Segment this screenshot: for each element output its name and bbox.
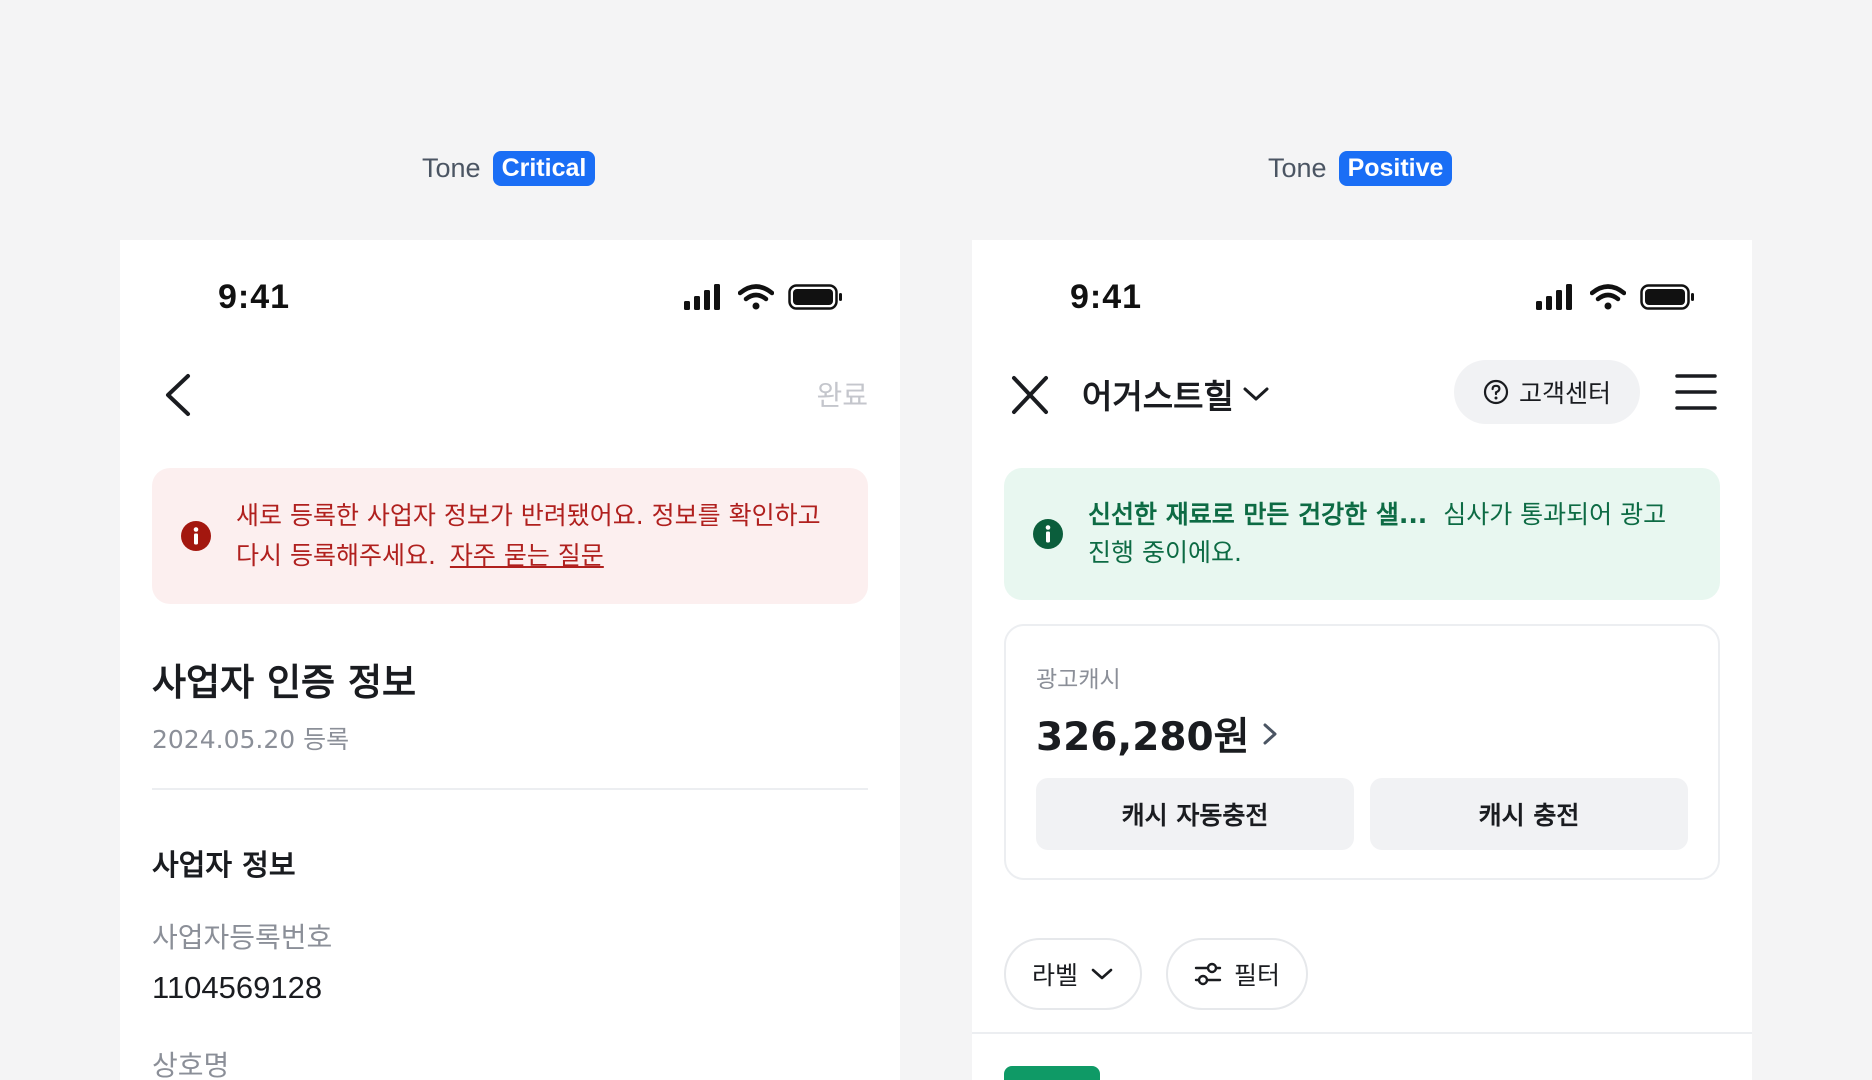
back-button[interactable] bbox=[158, 370, 198, 420]
battery-icon bbox=[1640, 284, 1694, 310]
tone-label-text: Tone bbox=[422, 152, 481, 183]
critical-phone-screen: 9:41 완료 새로 등록한 사업자 정보가 반려됐어요. 정보를 확인하고 다… bbox=[120, 240, 900, 1080]
filter-chip-text: 필터 bbox=[1234, 961, 1281, 990]
ad-cash-label: 광고캐시 bbox=[1036, 667, 1121, 693]
field-value-business-number: 1104569128 bbox=[152, 970, 323, 1005]
positive-phone-screen: 9:41 어거스트힐 고객센터 신선한 재료로 만든 건강한 샐... 심사가 … bbox=[972, 240, 1752, 1080]
label-filter-chip[interactable]: 라벨 bbox=[1004, 938, 1143, 1010]
divider bbox=[972, 1032, 1752, 1034]
status-tag bbox=[1004, 1066, 1100, 1080]
chevron-down-icon bbox=[1243, 387, 1269, 401]
customer-center-button[interactable]: 고객센터 bbox=[1454, 360, 1640, 424]
page-title: 사업자 인증 정보 bbox=[152, 661, 417, 704]
section-heading: 사업자 정보 bbox=[152, 848, 296, 882]
status-icons bbox=[684, 284, 844, 310]
tone-badge-critical: Critical bbox=[492, 150, 596, 186]
done-button[interactable]: 완료 bbox=[816, 374, 868, 414]
field-label-company-name: 상호명 bbox=[152, 1049, 230, 1080]
battery-icon bbox=[788, 284, 842, 310]
chevron-left-icon bbox=[166, 374, 190, 416]
status-icons bbox=[1536, 284, 1696, 310]
ad-cash-amount: 326,280원 bbox=[1036, 715, 1250, 760]
close-button[interactable] bbox=[1008, 370, 1052, 420]
status-time: 9:41 bbox=[1070, 278, 1143, 316]
chevron-right-icon bbox=[1263, 723, 1277, 745]
wifi-icon bbox=[1590, 284, 1626, 310]
info-circle-icon bbox=[181, 521, 211, 551]
hamburger-icon bbox=[1675, 374, 1717, 410]
status-bar: 9:41 bbox=[972, 272, 1752, 322]
menu-button[interactable] bbox=[1674, 370, 1718, 414]
store-selector[interactable]: 어거스트힐 bbox=[1082, 370, 1270, 418]
store-name: 어거스트힐 bbox=[1082, 377, 1234, 416]
faq-link[interactable]: 자주 묻는 질문 bbox=[450, 541, 604, 570]
close-icon bbox=[1012, 376, 1048, 414]
filter-chip[interactable]: 필터 bbox=[1166, 938, 1309, 1010]
tone-label-text: Tone bbox=[1268, 152, 1327, 183]
callout-message: 신선한 재료로 만든 건강한 샐... 심사가 통과되어 광고 진행 중이에요. bbox=[1088, 496, 1686, 572]
auto-charge-button[interactable]: 캐시 자동충전 bbox=[1036, 778, 1354, 850]
tone-badge-positive: Positive bbox=[1338, 150, 1453, 186]
charge-button[interactable]: 캐시 충전 bbox=[1370, 778, 1688, 850]
positive-callout: 신선한 재료로 만든 건강한 샐... 심사가 통과되어 광고 진행 중이에요. bbox=[1004, 468, 1720, 600]
ad-cash-card: 광고캐시 326,280원 캐시 자동충전 캐시 충전 bbox=[1004, 624, 1720, 880]
signal-icon bbox=[684, 284, 720, 310]
ad-title: 신선한 재료로 만든 건강한 샐... bbox=[1088, 500, 1428, 529]
wifi-icon bbox=[738, 284, 774, 310]
question-circle-icon bbox=[1483, 379, 1509, 405]
status-bar: 9:41 bbox=[120, 272, 900, 322]
status-time: 9:41 bbox=[218, 278, 291, 316]
label-chip-text: 라벨 bbox=[1032, 961, 1079, 990]
registration-date: 2024.05.20 등록 bbox=[152, 725, 350, 754]
customer-center-label: 고객센터 bbox=[1518, 379, 1611, 408]
tone-label-critical: Tone Critical bbox=[422, 148, 596, 188]
callout-message: 새로 등록한 사업자 정보가 반려됐어요. 정보를 확인하고 다시 등록해주세요… bbox=[236, 496, 834, 576]
sliders-icon bbox=[1194, 962, 1222, 986]
info-circle-icon bbox=[1033, 519, 1063, 549]
tone-label-positive: Tone Positive bbox=[1268, 148, 1453, 188]
ad-cash-amount-link[interactable]: 326,280원 bbox=[1036, 706, 1280, 762]
field-label-business-number: 사업자등록번호 bbox=[152, 921, 333, 954]
signal-icon bbox=[1536, 284, 1572, 310]
chevron-down-icon bbox=[1091, 968, 1113, 980]
divider bbox=[152, 788, 868, 790]
critical-callout: 새로 등록한 사업자 정보가 반려됐어요. 정보를 확인하고 다시 등록해주세요… bbox=[152, 468, 868, 604]
